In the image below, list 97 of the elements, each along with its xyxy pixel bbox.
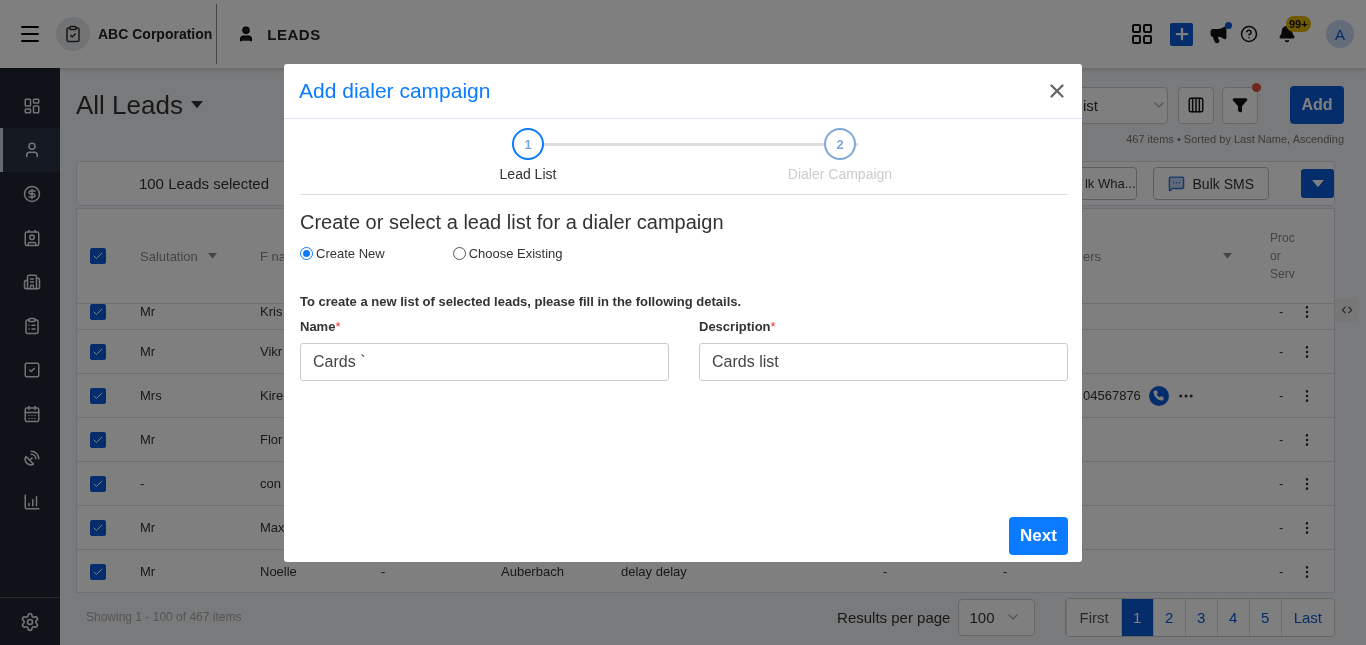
add-icon[interactable]	[1170, 22, 1193, 46]
sort-caret-icon[interactable]	[1223, 253, 1232, 259]
dashboard-icon	[22, 97, 41, 115]
add-button[interactable]: Add	[1290, 86, 1344, 124]
filter-icon	[1232, 97, 1248, 113]
table-cell: Flor	[260, 432, 283, 447]
instruction-text: To create a new list of selected leads, please fill in the following details.	[300, 294, 743, 309]
checkbox[interactable]	[90, 343, 106, 360]
table-cell: -	[1279, 304, 1284, 319]
notification-badge: 99+	[1286, 16, 1311, 32]
dropdown-button[interactable]	[1301, 169, 1334, 198]
page-button[interactable]: First	[1066, 598, 1121, 636]
chat-icon	[1167, 175, 1185, 192]
step-label: Lead List	[499, 166, 557, 182]
clipboard-icon	[22, 317, 41, 335]
table-cell: Kire	[260, 388, 284, 403]
field-label: Name*	[300, 319, 342, 334]
table-cell: Vikr	[260, 344, 283, 359]
calendar-icon	[22, 405, 41, 423]
columns-button[interactable]	[1178, 86, 1214, 124]
page-button[interactable]: Last	[1280, 598, 1334, 636]
table-cell: -	[1279, 432, 1284, 447]
page-button[interactable]: 4	[1216, 598, 1249, 636]
table-cell: Kris	[260, 304, 283, 319]
table-cell: Mr	[140, 520, 156, 535]
radio-option[interactable]: Create New	[300, 246, 385, 261]
table-cell: Mr	[140, 344, 156, 359]
page-button[interactable]: 5	[1248, 598, 1281, 636]
sort-summary: 467 items • Sorted by Last Name, Ascending	[1126, 133, 1344, 145]
sidebar-item[interactable]	[0, 128, 60, 172]
page-button[interactable]: 3	[1184, 598, 1217, 636]
avatar[interactable]: A	[1326, 20, 1354, 48]
building-icon	[22, 273, 41, 291]
page-title[interactable]: All Leads	[76, 89, 183, 121]
checkbox-icon	[22, 361, 41, 379]
checkbox[interactable]	[90, 387, 106, 404]
checkbox[interactable]	[90, 248, 106, 264]
money-icon	[22, 185, 41, 203]
phone-number: 04567876	[1083, 388, 1141, 403]
apps-icon[interactable]	[1130, 22, 1154, 46]
table-cell: -	[1279, 344, 1284, 359]
table-cell: -	[1003, 564, 1008, 579]
module-title: LEADS	[267, 25, 321, 43]
columns-icon	[1187, 96, 1205, 114]
company-name: ABC Corporation	[98, 26, 213, 42]
table-cell: delay delay	[621, 564, 687, 579]
table-cell: -	[1279, 476, 1284, 491]
bulk-button[interactable]: Bulk SMS	[1152, 167, 1269, 200]
column-header[interactable]: Salutation	[140, 248, 198, 264]
step-number: 1	[512, 128, 544, 160]
table-cell: Mrs	[140, 388, 162, 403]
next-button[interactable]: Next	[1009, 517, 1068, 555]
collapse-handle-icon[interactable]	[1335, 298, 1358, 322]
dialog-title: Add dialer campaign	[299, 79, 492, 103]
page-button[interactable]: 2	[1152, 598, 1185, 636]
table-cell: -	[381, 564, 386, 579]
chart-icon	[22, 493, 41, 511]
per-page-label: Results per page	[837, 608, 951, 626]
selection-count: 100 Leads selected	[137, 175, 271, 192]
table-cell: Max	[260, 520, 285, 535]
table-cell: Mr	[140, 564, 156, 579]
table-cell: Auberbach	[501, 564, 564, 579]
contact-card-icon	[22, 229, 41, 247]
table-cell: -	[140, 476, 145, 491]
check-icon	[92, 250, 104, 262]
checkbox[interactable]	[90, 304, 106, 320]
checkbox[interactable]	[90, 519, 106, 536]
checkbox[interactable]	[90, 475, 106, 492]
help-icon[interactable]	[1240, 25, 1258, 43]
company-logo	[56, 17, 90, 51]
input-field[interactable]: Cards `	[300, 343, 669, 381]
checkbox[interactable]	[90, 431, 106, 448]
caret-icon[interactable]	[190, 101, 203, 109]
per-page-select[interactable]: 100	[958, 598, 1036, 636]
checkbox[interactable]	[90, 563, 106, 580]
input-field[interactable]: Cards list	[699, 343, 1068, 381]
caret-icon	[1311, 179, 1324, 188]
table-cell: -	[1279, 388, 1284, 403]
field-label: Description*	[699, 319, 777, 334]
phone-icon[interactable]	[1148, 385, 1169, 406]
table-cell: Noelle	[260, 564, 297, 579]
table-cell: -	[883, 564, 888, 579]
table-cell: con	[260, 476, 281, 491]
table-cell: -	[1279, 564, 1284, 579]
sort-caret-icon[interactable]	[207, 253, 217, 259]
table-cell: Mr	[140, 432, 156, 447]
check-icon	[92, 306, 104, 318]
step-number: 2	[824, 128, 856, 160]
filter-button[interactable]	[1222, 86, 1258, 124]
table-cell: Mr	[140, 304, 156, 319]
section-heading: Create or select a lead list for a dialer campaign	[300, 211, 725, 234]
radio-option[interactable]: Choose Existing	[452, 246, 563, 261]
column-header[interactable]: ers	[1083, 248, 1102, 264]
column-header[interactable]: Proc or Serv	[1270, 229, 1299, 283]
satellite-dish-icon	[22, 449, 41, 467]
page-button[interactable]: 1	[1120, 598, 1153, 636]
table-cell: -	[1279, 520, 1284, 535]
